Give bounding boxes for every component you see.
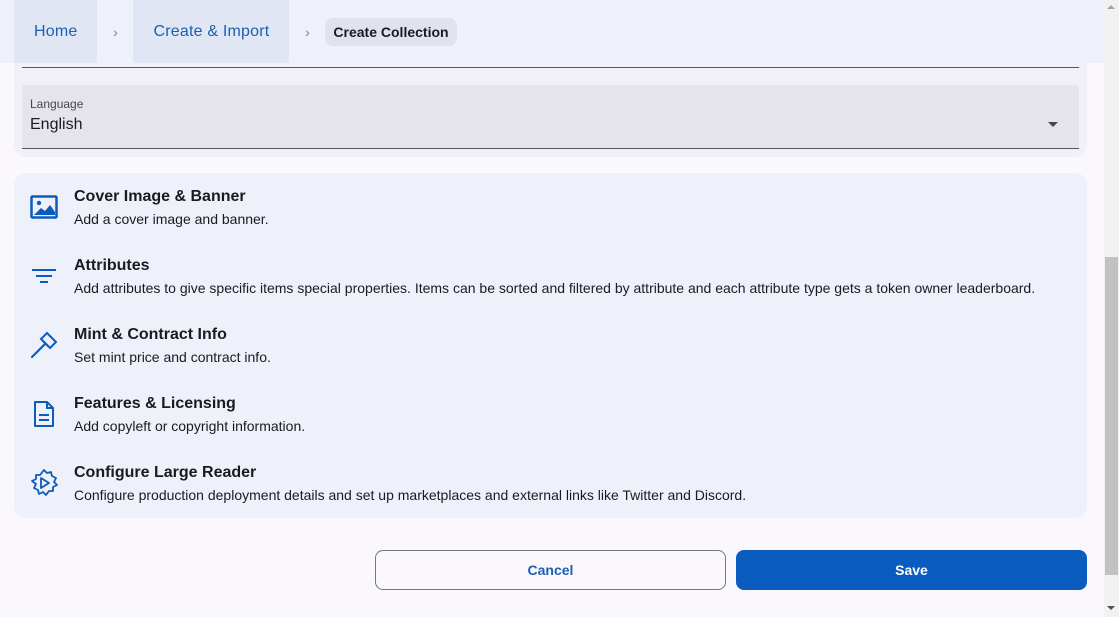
image-icon <box>28 191 60 223</box>
language-value: English <box>30 116 83 133</box>
settings-play-icon <box>28 467 60 499</box>
breadcrumb-create-import-link[interactable]: Create & Import <box>133 0 290 63</box>
chevron-right-icon: › <box>113 23 118 40</box>
chevron-right-icon: › <box>305 23 310 40</box>
section-mint-contract-info[interactable]: Mint & Contract Info Set mint price and … <box>14 311 1087 380</box>
section-configure-large-reader[interactable]: Configure Large Reader Configure product… <box>14 449 1087 518</box>
section-title: Features & Licensing <box>74 395 236 412</box>
document-icon <box>28 398 60 430</box>
section-cover-image-banner[interactable]: Cover Image & Banner Add a cover image a… <box>14 173 1087 242</box>
section-description: Add copyleft or copyright information. <box>74 418 306 434</box>
language-label: Language <box>30 97 84 111</box>
scrollbar-thumb[interactable] <box>1105 257 1118 575</box>
breadcrumb-current: Create Collection <box>325 17 457 46</box>
hammer-icon <box>28 329 60 361</box>
section-attributes[interactable]: Attributes Add attributes to give specif… <box>14 242 1087 311</box>
cancel-button[interactable]: Cancel <box>375 550 726 590</box>
section-title: Configure Large Reader <box>74 464 257 481</box>
save-button[interactable]: Save <box>736 550 1087 590</box>
section-title: Cover Image & Banner <box>74 188 246 205</box>
language-select[interactable]: Language English <box>22 85 1079 149</box>
section-description: Add a cover image and banner. <box>74 211 269 227</box>
breadcrumb-home-link[interactable]: Home <box>14 0 98 63</box>
section-title: Attributes <box>74 257 150 274</box>
section-description: Set mint price and contract info. <box>74 349 271 365</box>
dropdown-arrow-icon <box>1048 122 1058 127</box>
breadcrumb: Home › Create & Import › Create Collecti… <box>0 0 1104 63</box>
section-description: Configure production deployment details … <box>74 487 747 503</box>
filter-list-icon <box>28 260 60 292</box>
section-description: Add attributes to give specific items sp… <box>74 280 1036 296</box>
scroll-down-arrow-icon[interactable] <box>1107 606 1115 610</box>
section-features-licensing[interactable]: Features & Licensing Add copyleft or cop… <box>14 380 1087 449</box>
scroll-up-arrow-icon[interactable] <box>1107 5 1115 9</box>
sections-list: Cover Image & Banner Add a cover image a… <box>14 173 1087 518</box>
section-title: Mint & Contract Info <box>74 326 227 343</box>
previous-field-underline <box>22 67 1079 68</box>
